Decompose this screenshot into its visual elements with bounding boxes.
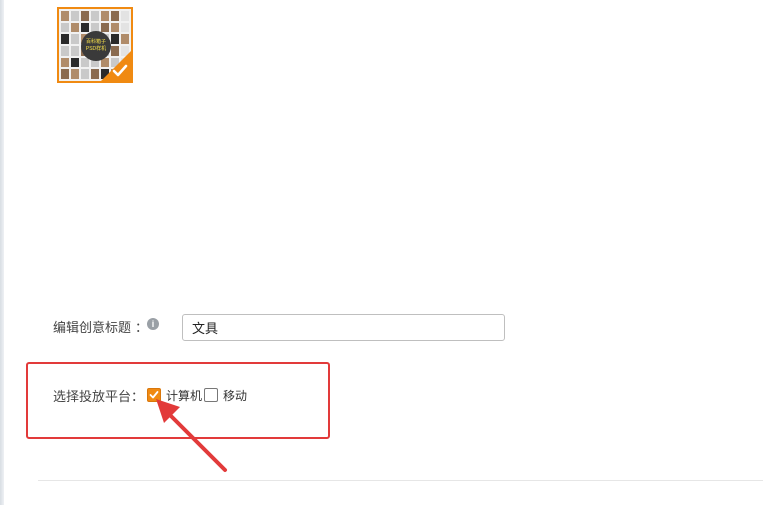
creative-title-label: 编辑创意标题： — [53, 317, 148, 336]
section-divider — [38, 480, 763, 481]
info-icon[interactable]: i — [147, 318, 159, 330]
left-panel-edge — [0, 0, 4, 505]
creative-title-input[interactable] — [182, 314, 505, 341]
creative-title-label-text: 编辑创意标题 — [53, 320, 132, 335]
platform-label: 选择投放平台： — [53, 389, 145, 404]
annotation-arrow-icon — [156, 399, 227, 472]
checkmark-icon — [112, 64, 128, 77]
creative-thumbnail[interactable]: 百科箱子 PSD样机 — [57, 7, 133, 83]
thumbnail-badge-line1: 百科箱子 — [85, 39, 106, 45]
